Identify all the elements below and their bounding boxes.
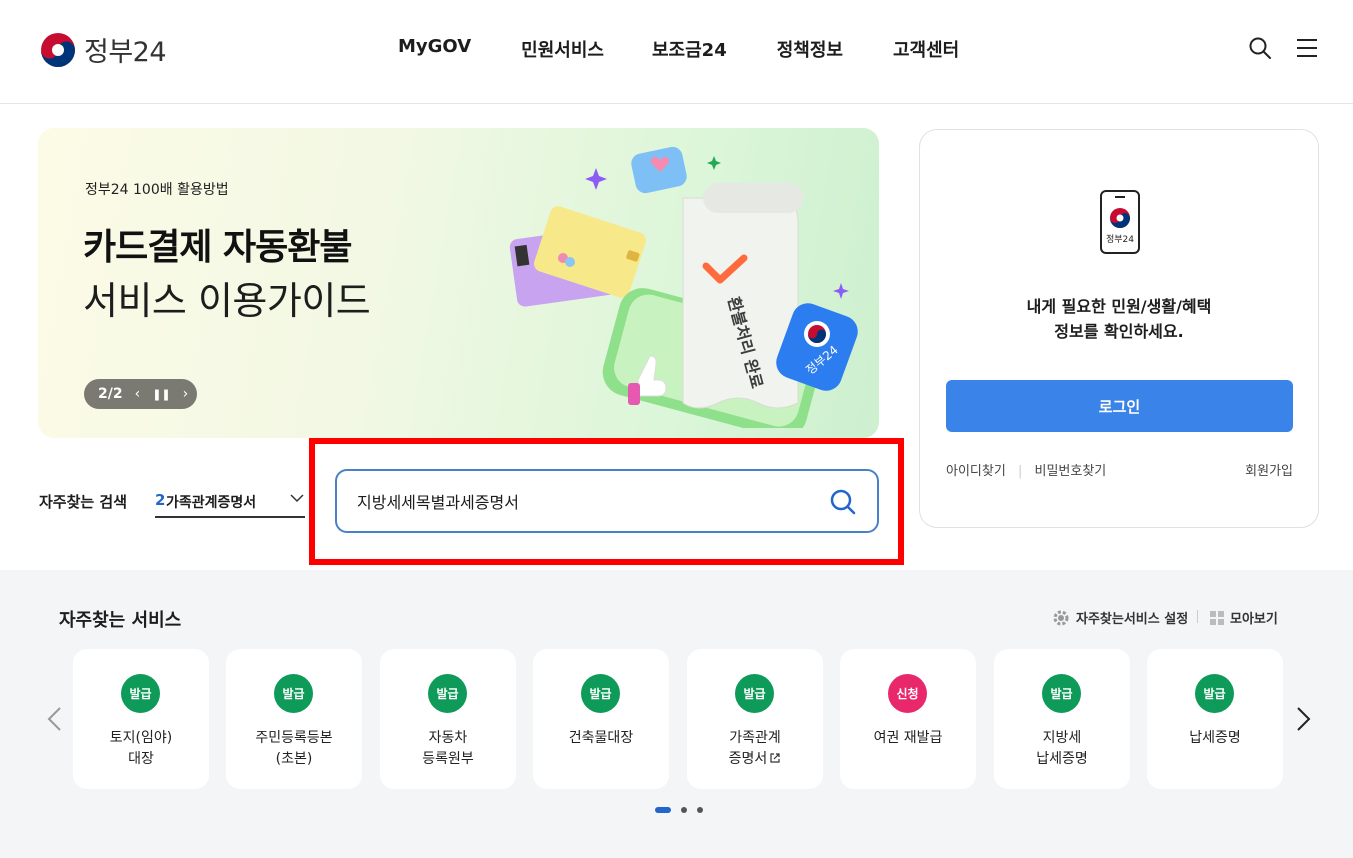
service-card-local-tax-certificate[interactable]: 발급 지방세 납세증명 [994,649,1130,789]
find-id-link[interactable]: 아이디찾기 [946,464,1006,479]
card-label-line2: 증명서 [728,751,768,767]
issue-badge: 발급 [428,674,467,713]
card-label: 지방세 납세증명 [994,728,1130,770]
login-button[interactable]: 로그인 [946,380,1293,432]
frequent-search-dropdown[interactable]: 2 가족관계증명서 [155,484,305,518]
issue-badge: 발급 [735,674,774,713]
login-message-line1: 내게 필요한 민원/생활/혜택 [1026,297,1212,316]
login-panel: 정부24 내게 필요한 민원/생활/혜택 정보를 확인하세요. 로그인 아이디찾… [919,129,1319,528]
card-label-line1: 자동차 [428,730,468,746]
service-card-resident-registration[interactable]: 발급 주민등록등본 (초본) [226,649,362,789]
chevron-down-icon [290,494,304,503]
card-label-line1: 여권 재발급 [873,730,943,746]
banner-title: 카드결제 자동환불 [83,227,352,268]
page-dot-2[interactable] [681,807,687,813]
card-label: 자동차 등록원부 [380,728,516,770]
card-label-line1: 주민등록등본 [255,730,333,746]
issue-badge: 발급 [274,674,313,713]
card-label: 가족관계 증명서 [687,728,823,770]
banner-next-icon[interactable]: › [183,386,189,402]
banner-pause-icon[interactable]: ❚❚ [152,388,170,401]
nav-civil-service[interactable]: 민원서비스 [521,36,604,62]
view-all-label: 모아보기 [1230,612,1278,627]
frequent-services-title: 자주찾는 서비스 [59,610,182,631]
search-icon[interactable] [1248,36,1272,60]
search-submit-icon[interactable] [829,488,857,516]
view-all-button[interactable]: 모아보기 [1210,608,1278,627]
service-settings-button[interactable]: 자주찾는서비스 설정 [1052,608,1188,627]
card-label-line1: 지방세 [1042,730,1082,746]
frequent-search-rank: 2 [155,491,166,509]
taegeuk-logo-icon [41,32,75,67]
frequent-services-section: 자주찾는 서비스 자주찾는서비스 설정 모아보기 발급 토지(임야) 대장 발급… [0,570,1353,858]
link-divider: | [1017,464,1023,479]
card-label: 건축물대장 [533,728,669,749]
grid-icon [1210,610,1224,625]
page-dot-3[interactable] [697,807,703,813]
divider [1197,610,1198,623]
issue-badge: 발급 [581,674,620,713]
card-label: 납세증명 [1147,728,1283,749]
search-box [335,469,879,533]
menu-icon[interactable] [1295,36,1319,60]
frequent-search-keyword: 가족관계증명서 [166,495,257,511]
page-dot-1[interactable] [655,807,671,813]
banner-counter: 2/2 [98,386,123,402]
banner-prev-icon[interactable]: ‹ [135,386,141,402]
card-label-line2: 납세증명 [1036,751,1088,767]
card-label: 주민등록등본 (초본) [226,728,362,770]
mobile-icon-text: 정부24 [1106,234,1134,245]
card-label: 토지(임야) 대장 [73,728,209,770]
nav-customer-center[interactable]: 고객센터 [893,36,959,62]
card-label-line2: 등록원부 [422,751,474,767]
search-input[interactable] [357,487,807,515]
card-label-line2: 대장 [128,751,154,767]
service-card-land-register[interactable]: 발급 토지(임야) 대장 [73,649,209,789]
mobile-gov24-icon: 정부24 [1100,190,1140,254]
frequent-search-label: 자주찾는 검색 [39,493,128,511]
issue-badge: 발급 [121,674,160,713]
gear-icon [1053,610,1069,625]
external-link-icon [770,753,780,763]
service-card-family-relation[interactable]: 발급 가족관계 증명서 [687,649,823,789]
main-banner[interactable]: 정부24 100배 활용방법 카드결제 자동환불 서비스 이용가이드 2/2 ‹… [38,128,879,438]
service-settings-label: 자주찾는서비스 설정 [1076,612,1189,627]
card-label-line1: 건축물대장 [568,730,634,746]
service-card-vehicle-register[interactable]: 발급 자동차 등록원부 [380,649,516,789]
chevron-right-icon[interactable] [1293,706,1313,732]
nav-subsidy24[interactable]: 보조금24 [652,36,727,62]
service-card-passport-reissue[interactable]: 신청 여권 재발급 [840,649,976,789]
login-message-line2: 정보를 확인하세요. [1054,322,1184,341]
card-label-line1: 납세증명 [1189,730,1241,746]
card-label-line1: 가족관계 [729,730,781,746]
main-nav: MyGOV 민원서비스 보조금24 정책정보 고객센터 [398,36,959,62]
apply-badge: 신청 [888,674,927,713]
card-label-line1: 토지(임야) [109,730,173,746]
find-password-link[interactable]: 비밀번호찾기 [1034,464,1106,479]
chevron-left-icon[interactable] [45,706,65,732]
refund-illustration: 환불처리 완료 정부24 [509,146,858,428]
issue-badge: 발급 [1195,674,1234,713]
issue-badge: 발급 [1042,674,1081,713]
card-label-line2-wrap: 증명서 [687,749,823,770]
nav-policy-info[interactable]: 정책정보 [777,36,843,62]
carousel-pagination [655,807,713,813]
card-label: 여권 재발급 [840,728,976,749]
banner-subtitle: 정부24 100배 활용방법 [85,182,229,198]
service-card-building-register[interactable]: 발급 건축물대장 [533,649,669,789]
banner-title-line2: 서비스 이용가이드 [83,279,371,323]
site-header: 정부24 MyGOV 민원서비스 보조금24 정책정보 고객센터 [0,0,1353,104]
login-links: 아이디찾기 | 비밀번호찾기 회원가입 [946,460,1293,479]
card-label-line2: (초본) [275,751,313,767]
logo-text: 정부24 [84,37,167,68]
nav-mygov[interactable]: MyGOV [398,36,471,62]
signup-link[interactable]: 회원가입 [1245,460,1293,479]
site-logo[interactable]: 정부24 [40,30,167,69]
service-card-tax-certificate[interactable]: 발급 납세증명 [1147,649,1283,789]
banner-controls: 2/2 ‹ ❚❚ › [84,379,197,409]
